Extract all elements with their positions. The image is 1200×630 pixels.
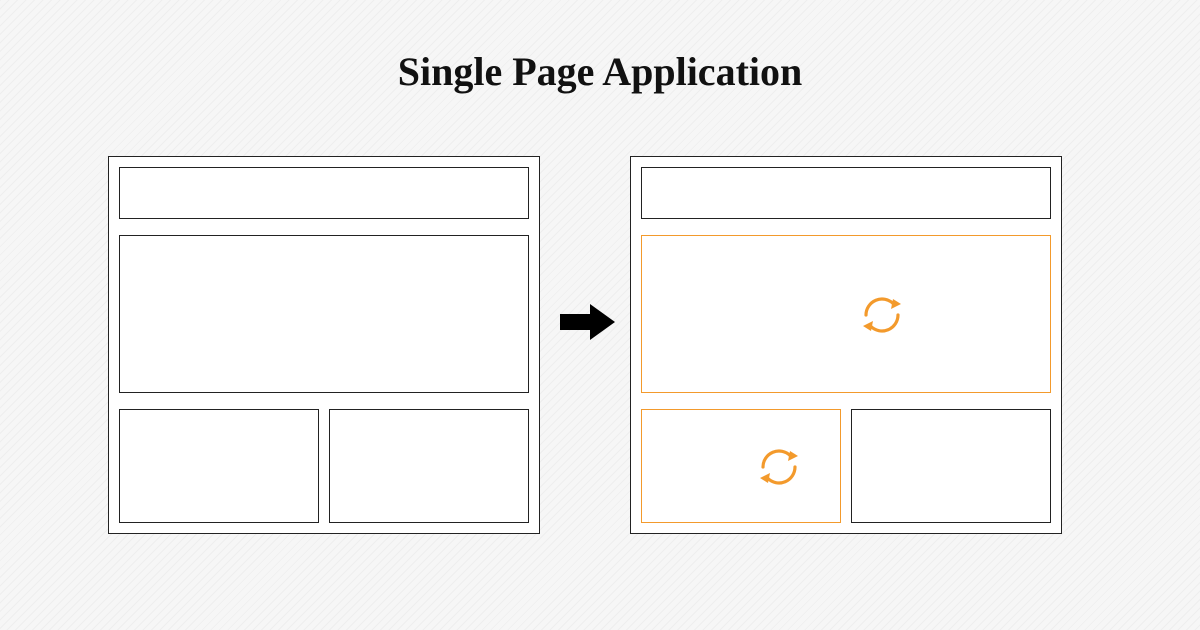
diagram-title: Single Page Application	[0, 48, 1200, 95]
wireframe-right-bottom-left	[641, 409, 841, 523]
wireframe-right-hero	[641, 235, 1051, 393]
wireframe-left-bottom-right	[329, 409, 529, 523]
wireframe-left-header	[119, 167, 529, 219]
refresh-icon	[857, 290, 907, 340]
wireframe-left	[108, 156, 540, 534]
arrow-right-icon	[560, 302, 615, 342]
wireframe-right	[630, 156, 1062, 534]
refresh-icon	[754, 442, 804, 492]
wireframe-right-header	[641, 167, 1051, 219]
wireframe-right-bottom-right	[851, 409, 1051, 523]
wireframe-left-bottom-left	[119, 409, 319, 523]
wireframe-left-hero	[119, 235, 529, 393]
